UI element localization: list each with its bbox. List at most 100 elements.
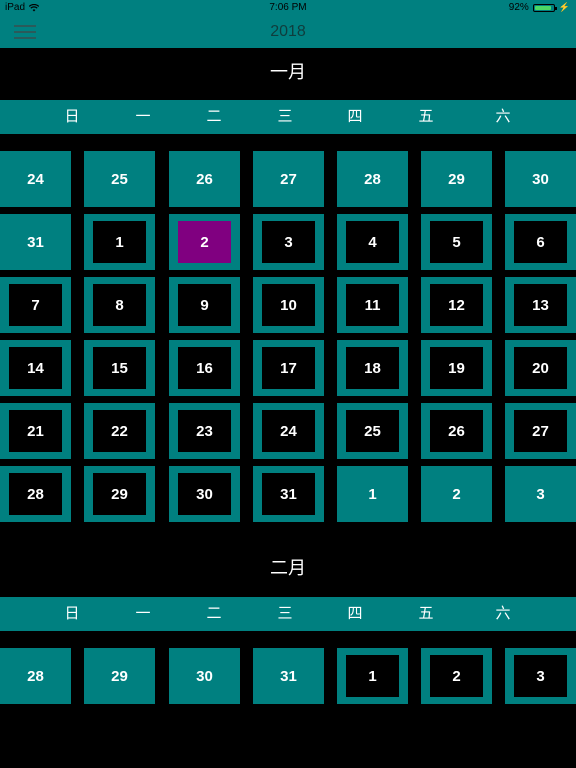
weekday-label: 五 bbox=[418, 108, 434, 125]
day-number: 30 bbox=[196, 667, 213, 685]
day-cell[interactable]: 28 bbox=[0, 648, 71, 704]
nav-bar: 2018 bbox=[0, 16, 576, 48]
day-number: 25 bbox=[111, 170, 128, 188]
day-cell[interactable]: 2 bbox=[421, 466, 492, 522]
battery-cap bbox=[554, 6, 557, 10]
weekday-label: 四 bbox=[347, 108, 363, 125]
weekday-label: 四 bbox=[347, 605, 363, 622]
day-cell[interactable]: 25 bbox=[84, 151, 155, 207]
day-cell[interactable]: 14 bbox=[0, 340, 71, 396]
day-number: 20 bbox=[514, 347, 567, 389]
battery-level bbox=[534, 5, 552, 10]
day-cell[interactable]: 27 bbox=[505, 403, 576, 459]
day-cell[interactable]: 17 bbox=[253, 340, 324, 396]
weekday-label: 三 bbox=[277, 605, 293, 622]
day-cell[interactable]: 28 bbox=[337, 151, 408, 207]
day-cell[interactable]: 9 bbox=[169, 277, 240, 333]
weekday-header-january: 日一二三四五六 bbox=[0, 100, 576, 134]
day-cell[interactable]: 2 bbox=[421, 648, 492, 704]
day-number: 28 bbox=[9, 473, 62, 515]
day-number: 2 bbox=[452, 485, 461, 503]
day-cell[interactable]: 20 bbox=[505, 340, 576, 396]
day-cell[interactable]: 15 bbox=[84, 340, 155, 396]
day-cell[interactable]: 3 bbox=[253, 214, 324, 270]
day-number: 1 bbox=[368, 485, 377, 503]
day-cell[interactable]: 30 bbox=[505, 151, 576, 207]
day-cell[interactable]: 4 bbox=[337, 214, 408, 270]
day-cell[interactable]: 7 bbox=[0, 277, 71, 333]
day-cell[interactable]: 24 bbox=[0, 151, 71, 207]
weekday-header-february: 日一二三四五六 bbox=[0, 597, 576, 631]
day-number: 6 bbox=[514, 221, 567, 263]
month-title-february: 二月 bbox=[270, 558, 306, 578]
day-number: 1 bbox=[346, 655, 399, 697]
day-number: 15 bbox=[93, 347, 146, 389]
day-cell[interactable]: 25 bbox=[337, 403, 408, 459]
day-cell[interactable]: 10 bbox=[253, 277, 324, 333]
day-number: 16 bbox=[178, 347, 231, 389]
day-cell[interactable]: 6 bbox=[505, 214, 576, 270]
day-number: 23 bbox=[178, 410, 231, 452]
day-cell[interactable]: 1 bbox=[337, 648, 408, 704]
day-number: 14 bbox=[9, 347, 62, 389]
day-cell[interactable]: 31 bbox=[253, 648, 324, 704]
day-cell[interactable]: 22 bbox=[84, 403, 155, 459]
day-number: 26 bbox=[196, 170, 213, 188]
status-right: 92% ⚡ bbox=[509, 2, 570, 13]
day-number: 8 bbox=[93, 284, 146, 326]
day-number: 26 bbox=[430, 410, 483, 452]
day-cell[interactable]: 8 bbox=[84, 277, 155, 333]
day-cell[interactable]: 30 bbox=[169, 466, 240, 522]
day-cell[interactable]: 21 bbox=[0, 403, 71, 459]
day-number: 19 bbox=[430, 347, 483, 389]
day-cell[interactable]: 31 bbox=[253, 466, 324, 522]
day-cell[interactable]: 28 bbox=[0, 466, 71, 522]
battery-icon bbox=[532, 3, 557, 12]
day-number: 25 bbox=[346, 410, 399, 452]
day-number: 18 bbox=[346, 347, 399, 389]
battery-percent: 92% bbox=[508, 2, 529, 13]
day-number: 3 bbox=[262, 221, 315, 263]
day-cell[interactable]: 26 bbox=[169, 151, 240, 207]
day-cell[interactable]: 13 bbox=[505, 277, 576, 333]
day-number: 4 bbox=[346, 221, 399, 263]
day-number: 31 bbox=[280, 667, 297, 685]
day-cell[interactable]: 12 bbox=[421, 277, 492, 333]
day-cell[interactable]: 27 bbox=[253, 151, 324, 207]
day-cell[interactable]: 30 bbox=[169, 648, 240, 704]
status-bar: iPad 7:06 PM 92% ⚡ bbox=[0, 0, 576, 16]
day-cell[interactable]: 29 bbox=[84, 466, 155, 522]
day-cell[interactable]: 18 bbox=[337, 340, 408, 396]
weekday-label: 二 bbox=[206, 108, 222, 125]
day-cell[interactable]: 29 bbox=[421, 151, 492, 207]
day-number: 11 bbox=[346, 284, 399, 326]
day-number: 1 bbox=[93, 221, 146, 263]
day-cell[interactable]: 3 bbox=[505, 648, 576, 704]
day-cell[interactable]: 1 bbox=[84, 214, 155, 270]
day-number: 3 bbox=[536, 485, 545, 503]
page-title: 2018 bbox=[270, 23, 306, 40]
day-cell[interactable]: 3 bbox=[505, 466, 576, 522]
day-cell[interactable]: 26 bbox=[421, 403, 492, 459]
day-cell[interactable]: 31 bbox=[0, 214, 71, 270]
charging-bolt-icon: ⚡ bbox=[558, 2, 570, 12]
weekday-label: 日 bbox=[64, 605, 80, 622]
day-cell[interactable]: 1 bbox=[337, 466, 408, 522]
day-cell[interactable]: 19 bbox=[421, 340, 492, 396]
day-cell[interactable]: 24 bbox=[253, 403, 324, 459]
day-number: 7 bbox=[9, 284, 62, 326]
weekday-label: 五 bbox=[418, 605, 434, 622]
weekday-label: 三 bbox=[277, 108, 293, 125]
day-cell[interactable]: 11 bbox=[337, 277, 408, 333]
day-number: 12 bbox=[430, 284, 483, 326]
day-number: 30 bbox=[178, 473, 231, 515]
day-cell[interactable]: 29 bbox=[84, 648, 155, 704]
weekday-label: 一 bbox=[135, 605, 151, 622]
day-number: 21 bbox=[9, 410, 62, 452]
day-cell[interactable]: 23 bbox=[169, 403, 240, 459]
weekday-label: 二 bbox=[206, 605, 222, 622]
day-number: 31 bbox=[27, 233, 44, 251]
day-cell[interactable]: 16 bbox=[169, 340, 240, 396]
day-cell[interactable]: 5 bbox=[421, 214, 492, 270]
selected-day-cell[interactable]: 2 bbox=[169, 214, 240, 270]
